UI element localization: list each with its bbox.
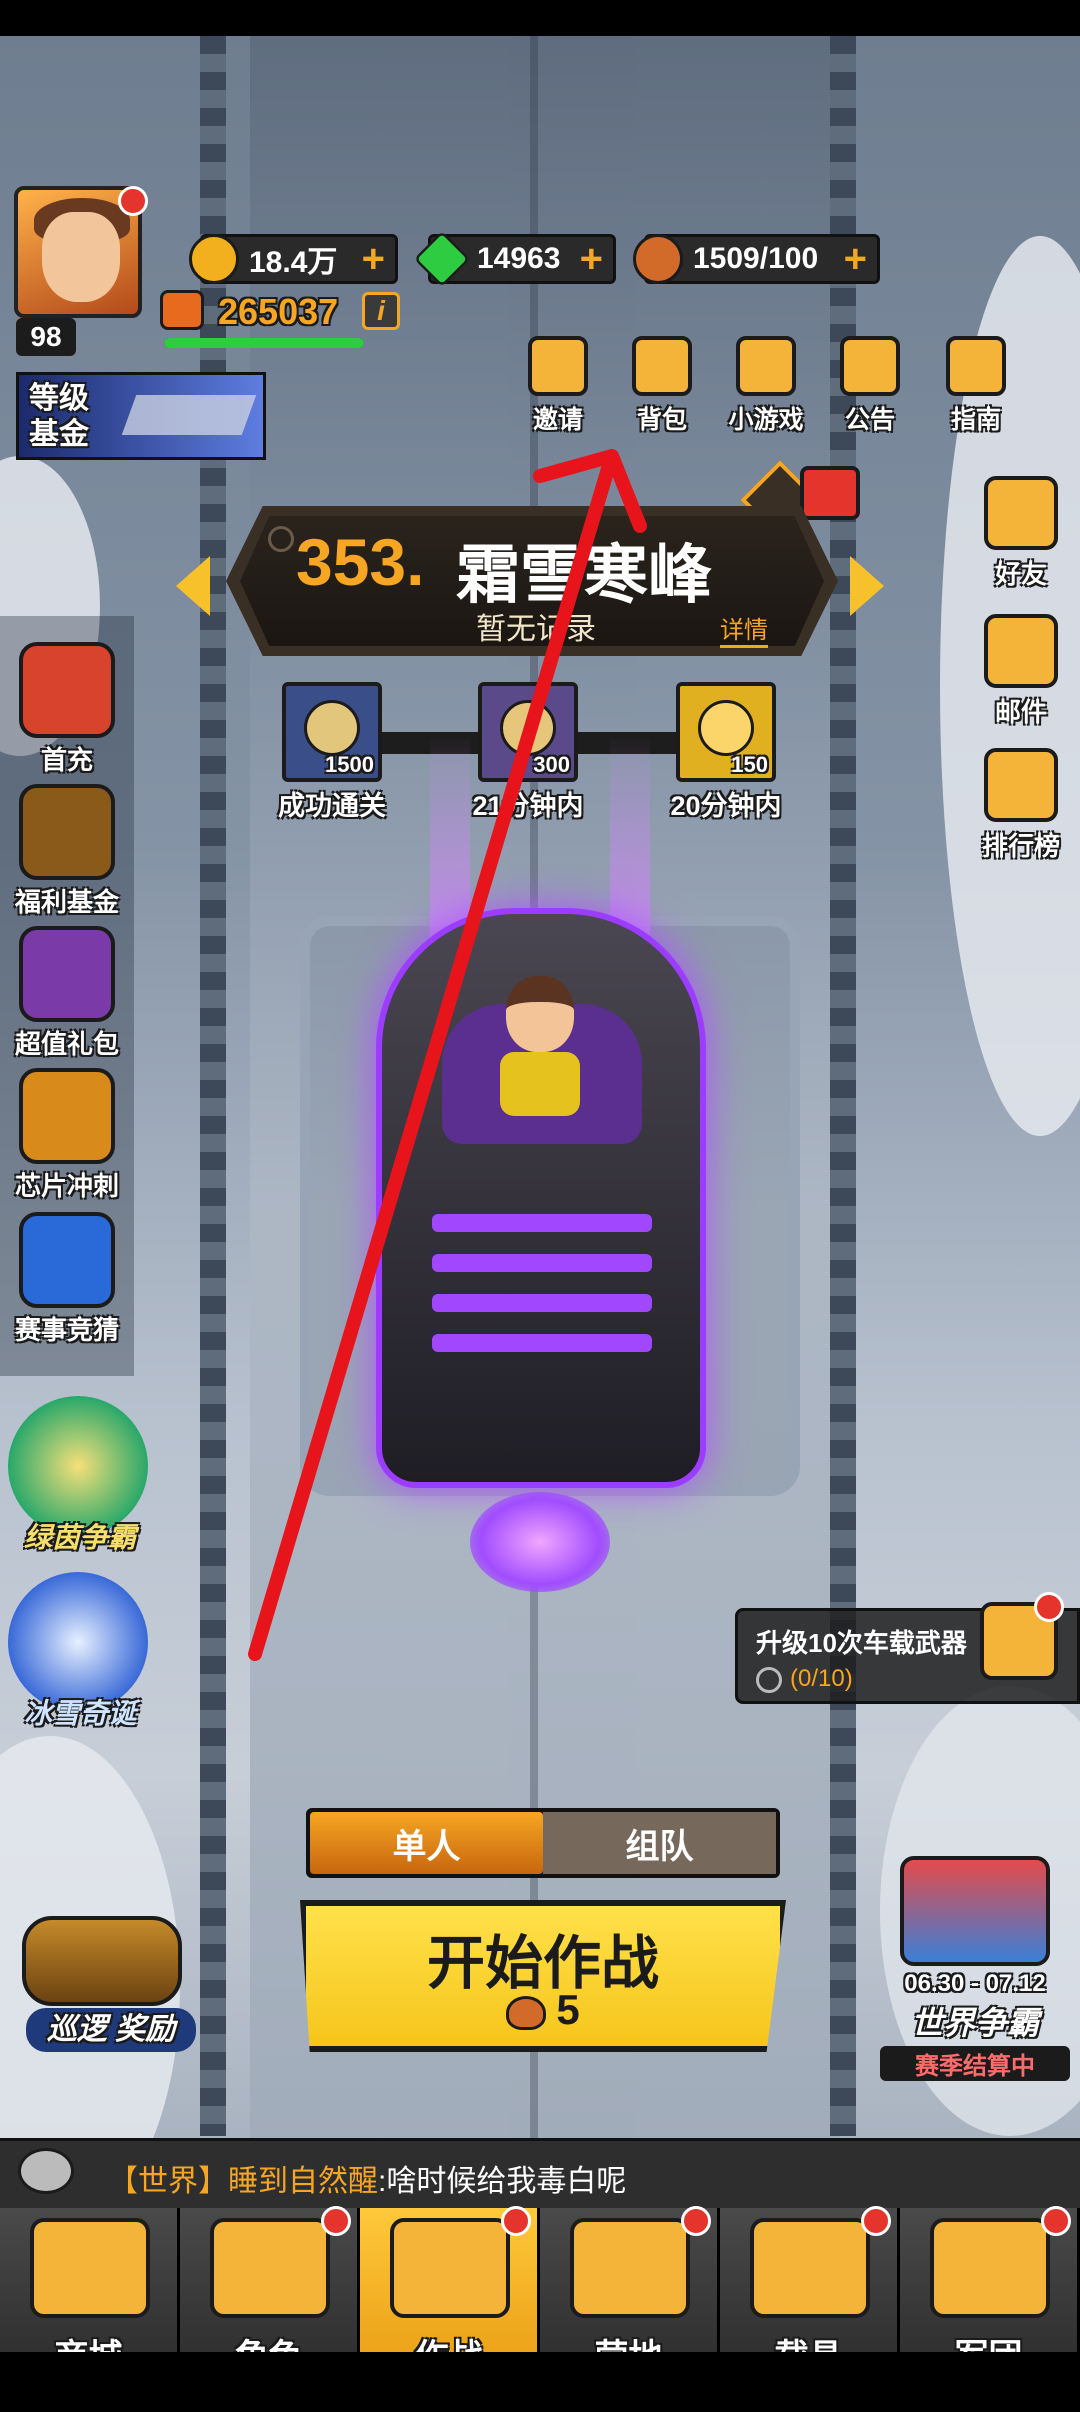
annotation-arrow (248, 449, 647, 1661)
game-screen: 98 18.4万 + 14963 + 1509/100 + 265037 i 等… (0, 36, 1080, 2352)
annotation-arrow-shaft (248, 455, 617, 1661)
